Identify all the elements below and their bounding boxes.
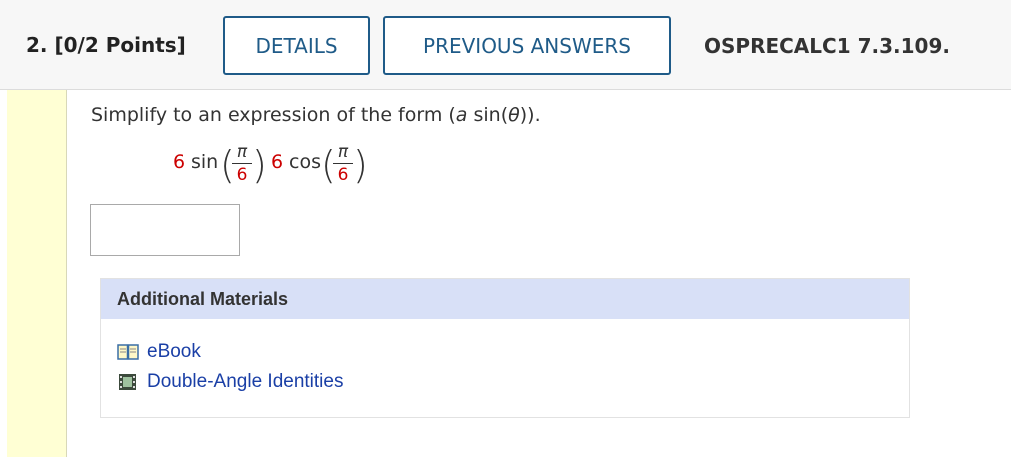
question-prompt: Simplify to an expression of the form (a…: [91, 104, 541, 126]
question-number-label: 2.: [26, 33, 48, 57]
fraction-1-bar: [232, 163, 252, 164]
sin-function: sin: [191, 151, 219, 173]
right-paren: ): [353, 143, 368, 187]
prompt-var-theta: θ: [508, 104, 520, 126]
additional-materials-heading: Additional Materials: [101, 279, 909, 319]
ebook-link[interactable]: eBook: [117, 341, 201, 363]
cos-function: cos: [289, 151, 321, 173]
prompt-middle: sin(: [467, 104, 509, 126]
fraction-2-denominator: 6: [337, 165, 349, 185]
problem-code: OSPRECALC1 7.3.109.: [704, 34, 950, 58]
question-header: 2. [0/2 Points] DETAILS PREVIOUS ANSWERS…: [0, 0, 1011, 90]
book-icon: [117, 343, 139, 361]
coefficient-1: 6: [173, 151, 186, 173]
prompt-var-a: a: [455, 104, 468, 126]
fraction-2-numerator: π: [337, 142, 349, 162]
question-number: 2. [0/2 Points]: [26, 33, 186, 57]
details-button[interactable]: DETAILS: [223, 16, 370, 75]
coefficient-2: 6: [271, 151, 284, 173]
previous-answers-button[interactable]: PREVIOUS ANSWERS: [383, 16, 671, 75]
film-icon: [117, 373, 139, 391]
points-label: [0/2 Points]: [54, 33, 186, 57]
answer-input[interactable]: [90, 204, 240, 256]
fraction-1-denominator: 6: [236, 165, 248, 185]
prompt-prefix: Simplify to an expression of the form (: [91, 104, 456, 126]
ebook-link-label: eBook: [147, 341, 201, 362]
double-angle-identities-link[interactable]: Double-Angle Identities: [117, 371, 343, 393]
right-paren: ): [252, 143, 267, 187]
prompt-suffix: )).: [519, 104, 541, 126]
additional-materials-panel: Additional Materials eBook Double-Angle …: [100, 278, 910, 418]
fraction-2-bar: [333, 163, 353, 164]
fraction-1: π 6: [232, 142, 252, 185]
fraction-1-numerator: π: [236, 142, 248, 162]
fraction-2: π 6: [333, 142, 353, 185]
question-left-bar: [0, 90, 67, 457]
double-angle-identities-label: Double-Angle Identities: [147, 371, 344, 392]
